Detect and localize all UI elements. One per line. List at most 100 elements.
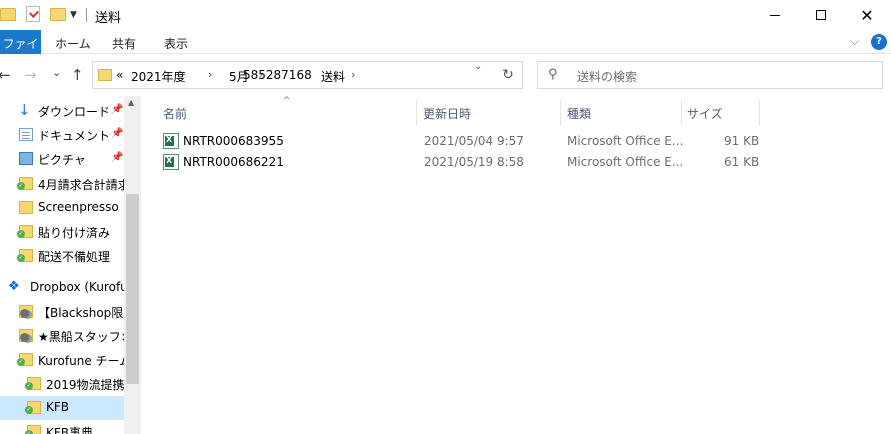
close-icon: ✕ xyxy=(860,5,874,25)
sidebar-item-kfb[interactable]: KFB xyxy=(0,396,124,420)
sidebar-item-label: ピクチャ xyxy=(38,153,86,167)
column-header-name[interactable]: 名前 xyxy=(163,105,187,122)
sidebar-item-delivery-issues[interactable]: 配送不備処理 xyxy=(0,244,124,268)
sidebar-item-label: KFB事典 xyxy=(46,426,94,434)
folder-icon xyxy=(98,69,112,81)
breadcrumb-overflow[interactable]: « xyxy=(116,68,123,82)
shared-folder-icon xyxy=(19,329,33,342)
breadcrumb-order[interactable]: 585287168 xyxy=(243,68,312,82)
file-size: 91 KB xyxy=(724,134,760,148)
customize-quick-access-icon[interactable]: ▼ xyxy=(70,10,77,20)
sidebar-item-screenpresso[interactable]: Screenpresso xyxy=(0,196,124,220)
file-size: 61 KB xyxy=(724,155,760,169)
pin-icon: 📌 xyxy=(111,152,124,163)
forward-button[interactable]: → xyxy=(24,66,37,84)
search-placeholder: 送料の検索 xyxy=(577,70,638,84)
address-dropdown-icon[interactable]: ⌄ xyxy=(474,61,482,72)
sidebar-item-label: Screenpresso xyxy=(38,200,119,214)
refresh-button[interactable]: ↻ xyxy=(494,61,523,89)
minimize-button[interactable] xyxy=(752,0,798,30)
sidebar-item-label: 【Blackshop限定】 xyxy=(38,306,124,320)
sidebar-item-label: Dropbox (Kurofune xyxy=(30,280,124,294)
folder-icon xyxy=(0,8,16,21)
sidebar-item-label: ドキュメント xyxy=(38,129,111,143)
breadcrumb-2021[interactable]: 2021年度 xyxy=(131,68,186,85)
column-header-size[interactable]: サイズ xyxy=(687,105,723,122)
sidebar-item-label: ★黒船スタッフ×TI xyxy=(38,330,124,344)
properties-icon[interactable] xyxy=(26,6,40,22)
recent-locations-icon[interactable]: ⌄ xyxy=(52,66,61,79)
file-name[interactable]: NRTR000683955 xyxy=(183,134,284,148)
column-divider[interactable] xyxy=(560,100,561,126)
tab-share[interactable]: 共有 xyxy=(112,35,136,52)
sidebar-item-blackshop[interactable]: 【Blackshop限定】 xyxy=(0,300,124,324)
new-folder-icon[interactable] xyxy=(50,8,66,21)
sidebar-item-label: 4月請求合計請求 xyxy=(38,178,124,192)
dropbox-icon: ❖ xyxy=(8,279,20,294)
address-bar[interactable]: « 2021年度 › 5月 › 585287168 › 送料 xyxy=(92,61,523,89)
file-name[interactable]: NRTR000686221 xyxy=(183,155,284,169)
window-title: 送料 xyxy=(95,11,122,26)
back-button[interactable]: ← xyxy=(0,66,11,84)
folder-sync-icon xyxy=(17,249,33,262)
sidebar-item-label: 配送不備処理 xyxy=(38,250,111,264)
sidebar-item-downloads[interactable]: ↓ ダウンロード 📌 xyxy=(0,99,124,123)
sidebar-item-label: KFB xyxy=(46,400,70,414)
title-separator xyxy=(86,8,87,22)
sidebar-item-label: ダウンロード xyxy=(38,105,111,119)
navigation-pane: ↓ ダウンロード 📌 ドキュメント 📌 ピクチャ 📌 4月請求合計請求 Scre… xyxy=(0,96,141,434)
file-modified: 2021/05/04 9:57 xyxy=(424,134,524,148)
up-button[interactable]: ↑ xyxy=(71,66,84,84)
folder-sync-icon xyxy=(17,177,33,190)
breadcrumb-separator[interactable]: › xyxy=(351,68,355,81)
column-header-modified[interactable]: 更新日時 xyxy=(423,105,471,122)
folder-sync-icon xyxy=(25,401,41,414)
sort-ascending-icon: ^ xyxy=(283,96,291,106)
minimize-icon xyxy=(770,14,780,16)
column-divider[interactable] xyxy=(759,100,760,126)
file-row[interactable]: NRTR000683955 2021/05/04 9:57 Microsoft … xyxy=(159,131,765,152)
scrollbar-thumb[interactable] xyxy=(126,194,139,384)
sidebar-item-kfb-dictionary[interactable]: KFB事典 xyxy=(0,420,124,434)
column-header-type[interactable]: 種類 xyxy=(567,105,591,122)
sidebar-item-2019-logistics[interactable]: 2019物流提携倉 xyxy=(0,372,124,396)
sidebar-item-kurofune-staff[interactable]: ★黒船スタッフ×TI xyxy=(0,324,124,348)
title-bar: ▼ 送料 ✕ xyxy=(0,0,891,30)
folder-sync-icon xyxy=(25,377,41,390)
sidebar-item-label: Kurofune チーム フ xyxy=(38,354,124,368)
column-divider[interactable] xyxy=(416,100,417,126)
pictures-icon xyxy=(19,152,33,165)
column-divider[interactable] xyxy=(681,100,682,126)
breadcrumb-separator[interactable]: › xyxy=(208,68,212,81)
expand-ribbon-icon[interactable]: ⌵ xyxy=(850,34,859,49)
sidebar-item-documents[interactable]: ドキュメント 📌 xyxy=(0,123,124,147)
sidebar-item-kurofune-team[interactable]: Kurofune チーム フ xyxy=(0,348,124,372)
excel-file-icon xyxy=(163,154,179,170)
tab-home[interactable]: ホーム xyxy=(55,35,91,52)
download-icon: ↓ xyxy=(18,101,31,119)
folder-sync-icon xyxy=(17,225,33,238)
breadcrumb-shipping[interactable]: 送料 xyxy=(321,68,345,85)
file-row[interactable]: NRTR000686221 2021/05/19 8:58 Microsoft … xyxy=(159,152,765,173)
search-icon: ⚲ xyxy=(548,67,558,82)
maximize-icon xyxy=(816,10,826,20)
scroll-up-icon[interactable]: ▲ xyxy=(128,98,134,107)
shared-folder-icon xyxy=(19,305,33,318)
sidebar-item-pictures[interactable]: ピクチャ 📌 xyxy=(0,147,124,171)
navigation-scrollbar[interactable]: ▲ xyxy=(124,96,141,434)
close-button[interactable]: ✕ xyxy=(844,0,890,30)
sidebar-item-april-billing[interactable]: 4月請求合計請求 xyxy=(0,172,124,196)
sidebar-item-dropbox[interactable]: ❖ Dropbox (Kurofune xyxy=(0,276,124,300)
maximize-button[interactable] xyxy=(798,0,844,30)
documents-icon xyxy=(19,128,33,141)
pin-icon: 📌 xyxy=(111,128,124,139)
help-icon[interactable]: ? xyxy=(871,34,887,50)
sidebar-item-label: 2019物流提携倉 xyxy=(46,378,124,392)
folder-sync-icon xyxy=(25,425,41,434)
tab-view[interactable]: 表示 xyxy=(164,35,188,52)
tab-file[interactable]: ファイル xyxy=(0,30,41,68)
sidebar-item-label: 貼り付け済み xyxy=(38,226,111,240)
search-input[interactable]: ⚲ 送料の検索 xyxy=(537,61,883,89)
sidebar-item-pasted[interactable]: 貼り付け済み xyxy=(0,220,124,244)
folder-sync-icon xyxy=(17,353,33,366)
